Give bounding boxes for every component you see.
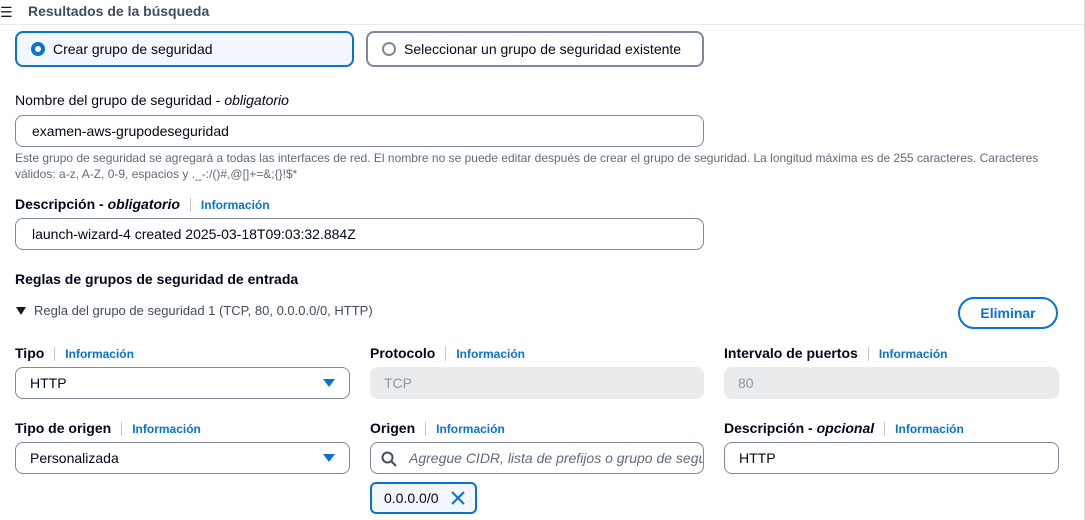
source-type-label-text: Tipo de origen xyxy=(15,420,112,436)
create-security-group-label: Crear grupo de seguridad xyxy=(53,41,213,57)
rule-description-label: Descripción - opcional Información xyxy=(724,420,964,437)
optional-tag: opcional xyxy=(816,420,875,436)
select-existing-group-option[interactable]: Seleccionar un grupo de seguridad existe… xyxy=(366,31,704,67)
radio-unselected-icon xyxy=(382,42,396,56)
description-label-text: Descripción - xyxy=(15,196,108,212)
top-bar: ☰ Resultados de la búsqueda xyxy=(0,0,1086,25)
type-select[interactable]: HTTP xyxy=(15,367,350,399)
group-name-hint: Este grupo de seguridad se agregará a to… xyxy=(15,150,1080,182)
select-existing-group-label: Seleccionar un grupo de seguridad existe… xyxy=(404,41,682,57)
close-icon[interactable] xyxy=(450,491,465,505)
source-token: 0.0.0.0/0 xyxy=(370,482,477,514)
search-results-title: Resultados de la búsqueda xyxy=(28,3,210,19)
source-type-value: Personalizada xyxy=(30,450,119,466)
source-label-text: Origen xyxy=(370,420,416,436)
description-required-tag: obligatorio xyxy=(107,196,180,212)
protocol-value: TCP xyxy=(384,375,412,391)
protocol-label: Protocolo Información xyxy=(370,345,525,362)
port-range-label: Intervalo de puertos Información xyxy=(724,345,948,362)
menu-icon[interactable]: ☰ xyxy=(0,4,13,21)
delete-rule-button[interactable]: Eliminar xyxy=(958,297,1058,329)
source-search-input[interactable]: Agregue CIDR, lista de prefijos o grupo … xyxy=(370,442,704,474)
group-name-hint-line-2: válidos: a-z, A-Z, 0-9, espacios y ._-:/… xyxy=(15,167,298,181)
port-range-value: 80 xyxy=(738,375,754,391)
source-token-label: 0.0.0.0/0 xyxy=(384,490,439,506)
group-name-value: examen-aws-grupodeseguridad xyxy=(32,123,229,139)
required-tag: obligatorio xyxy=(224,92,289,108)
port-range-info-link[interactable]: Información xyxy=(879,347,948,361)
type-info-link[interactable]: Información xyxy=(65,347,134,361)
radio-selected-icon xyxy=(31,42,45,56)
description-info-link[interactable]: Información xyxy=(201,198,270,212)
group-name-input[interactable]: examen-aws-grupodeseguridad xyxy=(15,115,704,147)
group-name-label: Nombre del grupo de seguridad - obligato… xyxy=(15,92,289,108)
caret-down-icon xyxy=(323,454,335,462)
create-security-group-option[interactable]: Crear grupo de seguridad xyxy=(15,31,354,67)
rule-description-label-text: Descripción - xyxy=(724,420,817,436)
description-value: launch-wizard-4 created 2025-03-18T09:03… xyxy=(32,226,356,242)
source-placeholder: Agregue CIDR, lista de prefijos o grupo … xyxy=(409,450,703,466)
rule-description-input[interactable]: HTTP xyxy=(724,442,1059,474)
inbound-rules-heading: Reglas de grupos de seguridad de entrada xyxy=(15,271,299,287)
source-info-link[interactable]: Información xyxy=(436,422,505,436)
type-select-value: HTTP xyxy=(30,375,67,391)
caret-down-icon xyxy=(323,379,335,387)
protocol-input: TCP xyxy=(370,367,704,399)
rule-description-info-link[interactable]: Información xyxy=(895,422,964,436)
expanded-triangle-icon xyxy=(16,306,26,315)
source-type-info-link[interactable]: Información xyxy=(132,422,201,436)
protocol-info-link[interactable]: Información xyxy=(456,347,525,361)
source-type-label: Tipo de origen Información xyxy=(15,420,201,437)
port-range-label-text: Intervalo de puertos xyxy=(724,345,858,361)
rule-1-toggle[interactable]: Regla del grupo de seguridad 1 (TCP, 80,… xyxy=(16,303,373,318)
description-input[interactable]: launch-wizard-4 created 2025-03-18T09:03… xyxy=(15,218,704,250)
search-icon xyxy=(381,451,397,467)
rule-1-title: Regla del grupo de seguridad 1 (TCP, 80,… xyxy=(34,303,373,318)
protocol-label-text: Protocolo xyxy=(370,345,436,361)
group-name-hint-line-1: Este grupo de seguridad se agregará a to… xyxy=(15,151,1039,165)
type-label: Tipo Información xyxy=(15,345,134,362)
type-label-text: Tipo xyxy=(15,345,45,361)
group-name-label-text: Nombre del grupo de seguridad - xyxy=(15,92,225,108)
port-range-input: 80 xyxy=(724,367,1059,399)
rule-description-value: HTTP xyxy=(739,450,776,466)
source-label: Origen Información xyxy=(370,420,505,437)
source-type-select[interactable]: Personalizada xyxy=(15,442,350,474)
description-label: Descripción - obligatorio Información xyxy=(15,196,270,213)
